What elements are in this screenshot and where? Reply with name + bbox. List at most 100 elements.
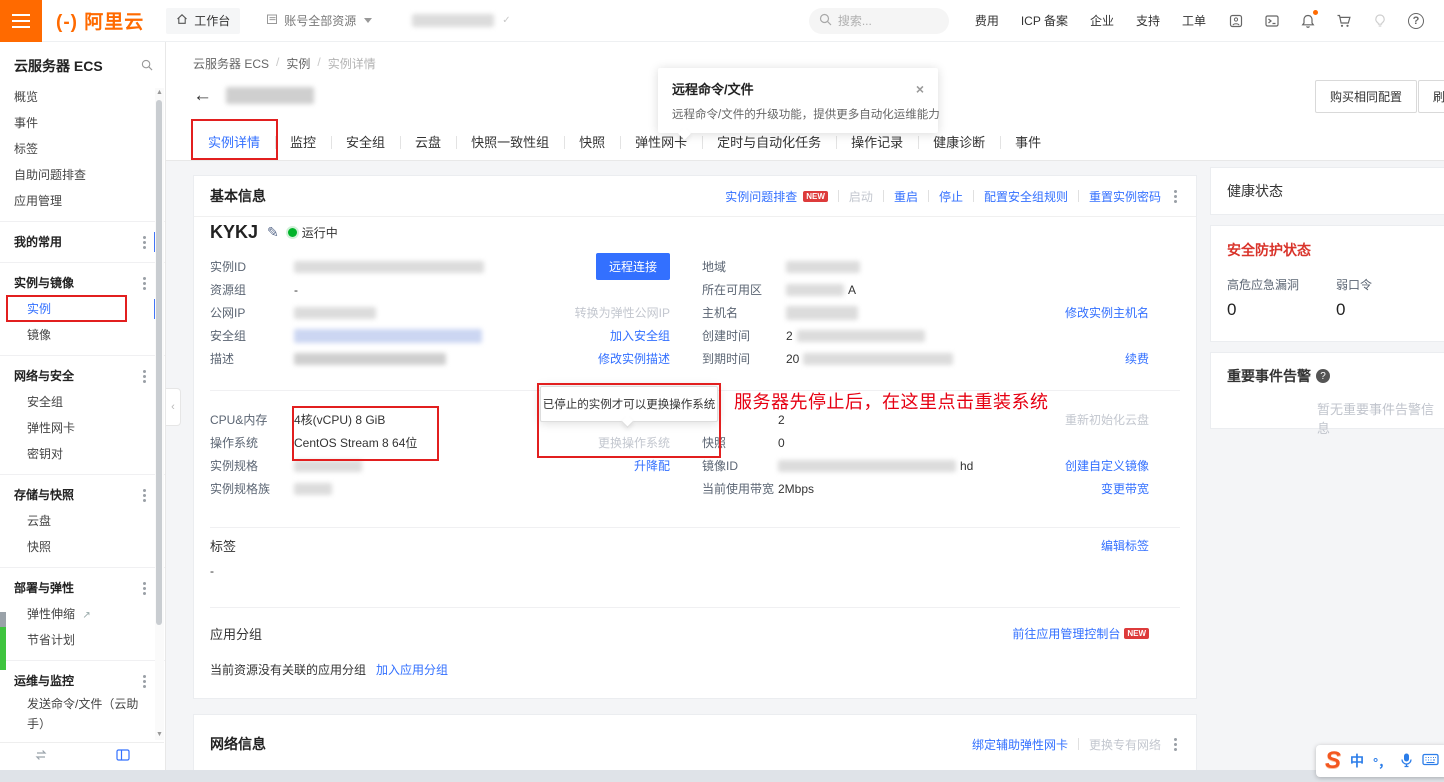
tab-snapshots[interactable]: 快照 [564, 124, 620, 160]
sidebar-item-key-pairs[interactable]: 密钥对 [0, 441, 165, 467]
join-app-group-link[interactable]: 加入应用分组 [376, 661, 448, 678]
join-sg-link[interactable]: 加入安全组 [610, 327, 670, 344]
sidebar-item-snapshots[interactable]: 快照 [0, 534, 165, 560]
change-os-link[interactable]: 更换操作系统 [598, 434, 670, 451]
refresh-button[interactable]: 刷新 [1418, 80, 1444, 113]
nav-icp[interactable]: ICP 备案 [1021, 12, 1068, 29]
sidebar-item-app-management[interactable]: 应用管理 [0, 188, 165, 214]
sidebar-item-security-groups[interactable]: 安全组 [0, 389, 165, 415]
snapshot-count-link[interactable]: 0 [778, 436, 785, 450]
diagnose-link[interactable]: 实例问题排查 [725, 188, 797, 205]
aliyun-logo[interactable]: (-) 阿里云 [56, 7, 144, 34]
convert-eip-link[interactable]: 转换为弹性公网IP [575, 304, 670, 321]
change-vpc-link[interactable]: 更换专有网络 [1089, 736, 1161, 753]
edit-tags-link[interactable]: 编辑标签 [1101, 537, 1149, 554]
cart-icon[interactable] [1336, 13, 1352, 29]
nav-tickets[interactable]: 工单 [1182, 12, 1206, 29]
hamburger-menu-icon[interactable] [0, 0, 42, 42]
scrollbar-thumb[interactable] [156, 100, 162, 625]
scroll-down-icon[interactable]: ▼ [155, 730, 164, 740]
disk-count-link[interactable]: 2 [778, 413, 785, 427]
sidebar-search-icon[interactable] [141, 58, 153, 74]
create-image-link[interactable]: 创建自定义镜像 [1065, 457, 1149, 474]
change-bandwidth-link[interactable]: 变更带宽 [1101, 480, 1149, 497]
app-console-link[interactable]: 前往应用管理控制台 [1012, 625, 1120, 642]
stop-link[interactable]: 停止 [939, 188, 963, 205]
account-name[interactable]: ✓ [412, 14, 510, 27]
sidebar-item-self-diagnosis[interactable]: 自助问题排查 [0, 162, 165, 188]
sidebar-group-favorites[interactable]: 我的常用 [0, 229, 165, 255]
bind-eni-link[interactable]: 绑定辅助弹性网卡 [972, 736, 1068, 753]
breadcrumb-instances[interactable]: 实例 [286, 55, 310, 72]
sidebar-group-ops-monitoring[interactable]: 运维与监控 [0, 668, 165, 694]
microphone-icon[interactable] [1400, 752, 1413, 771]
sg-rules-link[interactable]: 配置安全组规则 [984, 188, 1068, 205]
sidebar-item-send-command[interactable]: 发送命令/文件（云助手） [0, 694, 150, 734]
mobile-app-icon[interactable] [1228, 13, 1244, 29]
help-icon[interactable]: ? [1408, 13, 1424, 29]
sidebar-group-network-security[interactable]: 网络与安全 [0, 363, 165, 389]
upgrade-link[interactable]: 升降配 [634, 457, 670, 474]
workbench-button[interactable]: 工作台 [166, 8, 240, 34]
sidebar-item-instances[interactable]: 实例 [0, 296, 165, 322]
sidebar-item-auto-scaling[interactable]: 弹性伸缩 ↗ [0, 601, 165, 627]
nav-support[interactable]: 支持 [1136, 12, 1160, 29]
collapse-sidebar-icon[interactable] [116, 749, 130, 764]
sidebar-item-enis[interactable]: 弹性网卡 [0, 415, 165, 441]
search-input[interactable] [838, 14, 938, 28]
panel-collapse-handle[interactable]: ‹ [166, 388, 181, 426]
back-icon[interactable]: ← [193, 86, 212, 105]
more-icon[interactable] [143, 587, 146, 590]
lightbulb-icon[interactable] [1372, 13, 1388, 29]
buy-same-config-button[interactable]: 购买相同配置 [1315, 80, 1417, 113]
global-search[interactable] [809, 8, 949, 34]
more-icon[interactable] [143, 494, 146, 497]
cloudshell-icon[interactable] [1264, 13, 1280, 29]
more-actions-icon[interactable] [1174, 195, 1177, 198]
tab-security-groups[interactable]: 安全组 [331, 124, 400, 160]
sidebar-scrollbar[interactable]: ▲ ▼ [155, 88, 164, 740]
breadcrumb-ecs[interactable]: 云服务器 ECS [193, 55, 269, 72]
tab-disks[interactable]: 云盘 [400, 124, 456, 160]
reset-password-link[interactable]: 重置实例密码 [1089, 188, 1161, 205]
weak-password-count[interactable]: 0 [1336, 300, 1444, 320]
tab-events[interactable]: 事件 [1000, 124, 1056, 160]
modify-desc-link[interactable]: 修改实例描述 [598, 350, 670, 367]
more-icon[interactable] [143, 241, 146, 244]
ime-language-mode[interactable]: 中 [1350, 751, 1364, 771]
reinit-disk-link[interactable]: 重新初始化云盘 [1065, 411, 1149, 428]
notifications-bell-icon[interactable] [1300, 13, 1316, 29]
sidebar-item-overview[interactable]: 概览 [0, 84, 165, 110]
sidebar-group-deployment-elasticity[interactable]: 部署与弹性 [0, 575, 165, 601]
sidebar-item-tags[interactable]: 标签 [0, 136, 165, 162]
help-circle-icon[interactable]: ? [1316, 369, 1330, 383]
keyboard-icon[interactable] [1422, 753, 1439, 769]
scroll-up-icon[interactable]: ▲ [155, 88, 164, 98]
edit-icon[interactable]: ✎ [267, 224, 279, 241]
tab-monitoring[interactable]: 监控 [275, 124, 331, 160]
more-icon[interactable] [143, 375, 146, 378]
sidebar-item-disks[interactable]: 云盘 [0, 508, 165, 534]
tab-instance-details[interactable]: 实例详情 [193, 124, 275, 160]
sidebar-group-instances-images[interactable]: 实例与镜像 [0, 270, 165, 296]
ime-punctuation-mode[interactable]: °， [1373, 752, 1391, 771]
sidebar-group-storage-snapshots[interactable]: 存储与快照 [0, 482, 165, 508]
sidebar-item-savings-plans[interactable]: 节省计划 [0, 627, 165, 653]
more-icon[interactable] [143, 282, 146, 285]
modify-hostname-link[interactable]: 修改实例主机名 [1065, 304, 1149, 321]
restart-link[interactable]: 重启 [894, 188, 918, 205]
account-scope-dropdown[interactable]: 账号全部资源 [266, 12, 372, 29]
renew-link[interactable]: 续费 [1125, 350, 1149, 367]
sidebar-item-events[interactable]: 事件 [0, 110, 165, 136]
remote-connect-button[interactable]: 远程连接 [596, 253, 670, 280]
sidebar-item-images[interactable]: 镜像 [0, 322, 165, 348]
nav-billing[interactable]: 费用 [975, 12, 999, 29]
vuln-count[interactable]: 0 [1227, 300, 1336, 320]
more-icon[interactable] [143, 680, 146, 683]
start-link[interactable]: 启动 [849, 188, 873, 205]
switch-version-icon[interactable] [34, 749, 48, 764]
sogou-logo[interactable]: S [1325, 749, 1341, 773]
close-icon[interactable]: × [916, 82, 924, 96]
nav-enterprise[interactable]: 企业 [1090, 12, 1114, 29]
more-actions-icon[interactable] [1174, 743, 1177, 746]
